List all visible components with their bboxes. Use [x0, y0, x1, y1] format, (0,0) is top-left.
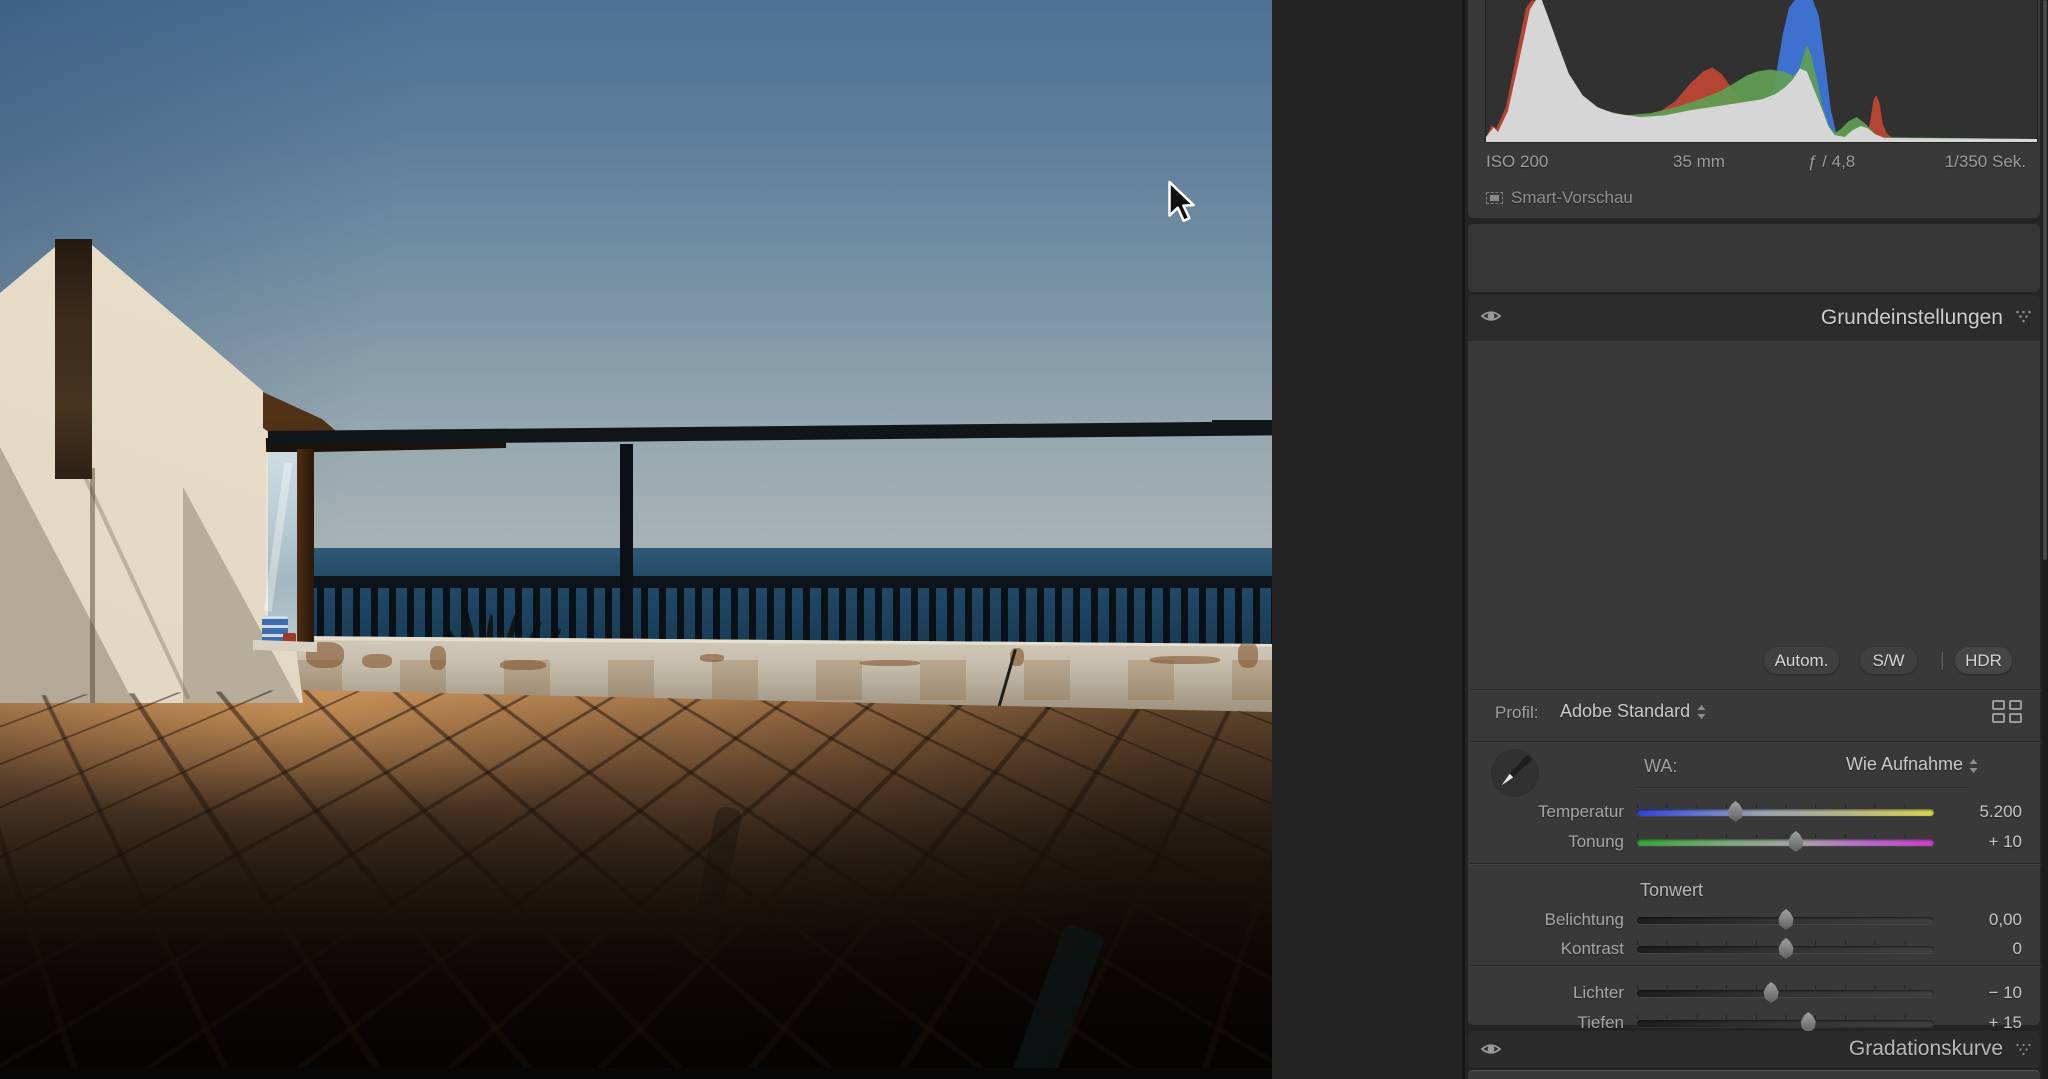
histogram[interactable] [1485, 0, 2038, 143]
slider-value[interactable]: + 10 [1988, 832, 2022, 852]
slider-label: Temperatur [1538, 802, 1624, 822]
slider-value[interactable]: 0,00 [1989, 910, 2022, 930]
slider-label: Kontrast [1561, 939, 1624, 959]
lichter-slider[interactable] [1637, 990, 1934, 997]
slider-value[interactable]: + 15 [1988, 1013, 2022, 1033]
basic-panel-title: Grundeinstellungen [1821, 306, 2003, 330]
slider-row-tonung: Tonung + 10 [1468, 827, 2044, 857]
panel-disclosure-triangle-icon[interactable] [2015, 1043, 2032, 1056]
kontrast-slider[interactable] [1637, 946, 1934, 953]
tiefen-slider[interactable] [1637, 1020, 1934, 1027]
smart-preview-label: Smart-Vorschau [1511, 188, 1633, 207]
slider-value[interactable]: 0 [2013, 939, 2022, 959]
next-panel-edge [1468, 1071, 2040, 1079]
smart-preview-status[interactable]: Smart-Vorschau [1486, 188, 1633, 212]
filmstrip-top-edge [0, 1068, 1272, 1079]
white-balance-select[interactable]: Wie Aufnahme [1846, 754, 1963, 775]
slider-thumb[interactable] [1778, 909, 1795, 930]
slider-value[interactable]: 5.200 [1979, 802, 2022, 822]
mouse-cursor [1164, 180, 1198, 226]
profile-label: Profil: [1495, 703, 1538, 723]
slider-label: Tiefen [1577, 1013, 1624, 1033]
profile-updown-icon[interactable] [1696, 704, 1707, 720]
basic-panel-header[interactable]: Grundeinstellungen [1468, 295, 2040, 341]
photo-iron-railing-balusters [299, 588, 1272, 644]
belichtung-slider[interactable] [1637, 917, 1934, 924]
photo-top-rail-step [1212, 420, 1272, 430]
temperatur-slider[interactable] [1637, 809, 1934, 816]
slider-label: Tonung [1568, 832, 1624, 852]
auto-button[interactable]: Autom. [1764, 647, 1839, 674]
histogram-panel: ISO 200 35 mm ƒ / 4,8 1/350 Sek. Smart-V… [1468, 0, 2040, 218]
photo-wooden-post [55, 239, 92, 479]
panel-disclosure-triangle-icon[interactable] [2015, 310, 2032, 323]
hdr-button[interactable]: HDR [1955, 647, 2012, 674]
white-balance-updown-icon[interactable] [1968, 758, 1979, 774]
photo-glass-windbreak [266, 452, 298, 640]
slider-label: Lichter [1573, 983, 1624, 1003]
exif-focal: 35 mm [1673, 152, 1725, 172]
tonung-slider[interactable] [1637, 839, 1934, 846]
photo-iron-railing-rail [297, 576, 1272, 588]
panel-visibility-eye-icon[interactable] [1480, 1040, 1502, 1058]
smart-preview-icon [1486, 192, 1503, 204]
develop-right-panel: ISO 200 35 mm ƒ / 4,8 1/350 Sek. Smart-V… [1466, 0, 2042, 1079]
tone-curve-panel: Gradationskurve [1468, 1031, 2040, 1068]
lightroom-develop-window: ISO 200 35 mm ƒ / 4,8 1/350 Sek. Smart-V… [0, 0, 2048, 1079]
tone-curve-title: Gradationskurve [1849, 1037, 2003, 1061]
panel-scrollbar[interactable] [2043, 0, 2047, 560]
exif-iso: ISO 200 [1486, 152, 1548, 172]
slider-row-kontrast: Kontrast 0 [1468, 934, 2044, 964]
photo-canvas[interactable] [0, 0, 1272, 1068]
basic-panel: Grundeinstellungen Autom. S/W | HDR Prof… [1468, 295, 2040, 1025]
panel-divider [1462, 0, 1465, 1079]
profile-select[interactable]: Adobe Standard [1560, 701, 1690, 722]
exif-shutter: 1/350 Sek. [1945, 152, 2026, 172]
white-balance-label: WA: [1644, 756, 1677, 777]
slider-row-belichtung: Belichtung 0,00 [1468, 905, 2044, 935]
slider-label: Belichtung [1545, 910, 1624, 930]
exif-aperture: ƒ / 4,8 [1808, 152, 1855, 172]
profile-browser-grid-icon[interactable] [1992, 700, 2022, 723]
button-separator: | [1940, 647, 1945, 674]
white-balance-eyedropper-icon[interactable] [1488, 745, 1542, 799]
photo-window-frame [297, 449, 314, 642]
black-white-button[interactable]: S/W [1860, 647, 1917, 674]
photo-railing-post [620, 444, 633, 644]
panel-visibility-eye-icon[interactable] [1480, 307, 1502, 325]
slider-value[interactable]: − 10 [1988, 983, 2022, 1003]
photo-tiled-floor [0, 686, 1272, 1068]
slider-row-temperatur: Temperatur 5.200 [1468, 797, 2044, 827]
slider-row-lichter: Lichter − 10 [1468, 978, 2044, 1008]
section-header-tonwert: Tonwert [1640, 880, 1703, 901]
tool-strip [1468, 224, 2040, 292]
